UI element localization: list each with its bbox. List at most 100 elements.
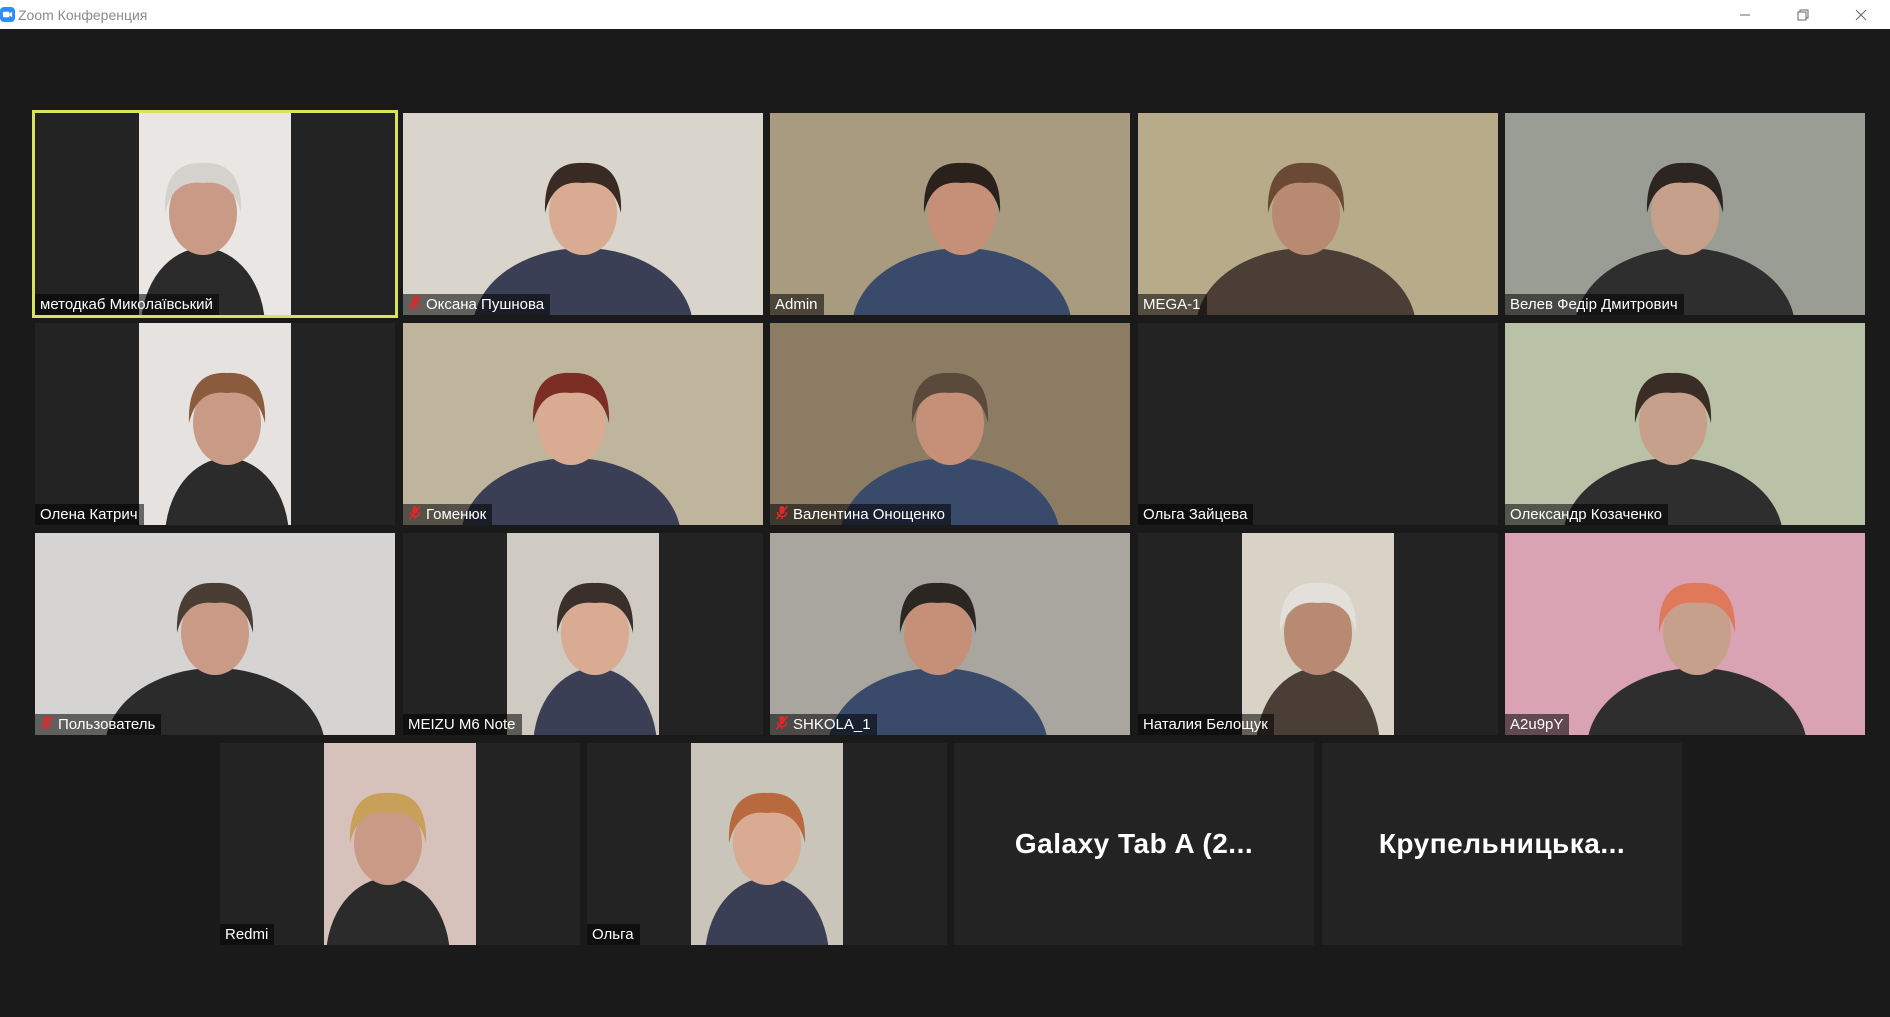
restore-button[interactable] — [1774, 0, 1832, 29]
participant-video — [324, 743, 476, 945]
participant-tile[interactable]: Олександр Козаченко — [1505, 323, 1865, 525]
participant-name-label: Велев Федір Дмитрович — [1505, 294, 1684, 315]
mic-muted-icon — [775, 715, 793, 734]
participant-name-label: Пользователь — [35, 714, 162, 735]
participant-tile[interactable]: Оксана Пушнова — [403, 113, 763, 315]
participant-name-label: Ольга — [587, 924, 640, 945]
participant-video — [139, 113, 291, 315]
participant-video — [507, 533, 659, 735]
participant-name: MEGA-1 — [1143, 296, 1201, 313]
participant-silhouette — [705, 792, 829, 945]
participant-name-label: MEGA-1 — [1138, 294, 1207, 315]
participant-name: Оксана Пушнова — [426, 296, 545, 313]
participant-tile[interactable]: Admin — [770, 113, 1130, 315]
participant-silhouette — [829, 582, 1047, 735]
participant-display-name: Крупельницька... — [1378, 828, 1626, 859]
participant-video — [403, 113, 763, 315]
participant-tile[interactable]: Ольга Зайцева — [1138, 323, 1498, 525]
participant-name-label: Валентина Онощенко — [770, 504, 951, 525]
close-icon — [1855, 9, 1867, 20]
participant-tile[interactable]: MEIZU M6 Note — [403, 533, 763, 735]
participant-display-name: Galaxy Tab A (2... — [1014, 828, 1254, 859]
participant-name: методкаб Миколаївський — [40, 296, 213, 313]
participant-silhouette — [841, 372, 1059, 525]
participant-name-label: SHKOLA_1 — [770, 714, 877, 735]
participant-video — [770, 533, 1130, 735]
participant-silhouette — [165, 372, 289, 525]
minimize-button[interactable] — [1716, 0, 1774, 29]
participant-tile[interactable]: Пользователь — [35, 533, 395, 735]
participant-silhouette — [1197, 162, 1415, 315]
participant-tile[interactable]: A2u9pY — [1505, 533, 1865, 735]
participant-tile[interactable]: Ольга — [587, 743, 947, 945]
participant-name: Валентина Онощенко — [793, 506, 945, 523]
participant-video — [691, 743, 843, 945]
participant-tile[interactable]: SHKOLA_1 — [770, 533, 1130, 735]
mic-muted-icon — [408, 505, 426, 524]
participant-name: Ольга — [592, 926, 634, 943]
participant-silhouette — [462, 372, 680, 525]
participant-silhouette — [1564, 372, 1782, 525]
participant-tile[interactable]: методкаб Миколаївський — [32, 110, 398, 318]
participant-video — [1138, 113, 1498, 315]
participant-silhouette — [474, 162, 692, 315]
participant-name: Гоменюк — [426, 506, 487, 523]
participant-tile[interactable]: Крупельницька... — [1322, 743, 1682, 945]
participant-silhouette — [141, 162, 265, 315]
participant-name-label: MEIZU M6 Note — [403, 714, 522, 735]
participant-name: Велев Федір Дмитрович — [1510, 296, 1678, 313]
participant-tile[interactable]: Гоменюк — [403, 323, 763, 525]
participant-video — [770, 113, 1130, 315]
participant-silhouette — [1256, 582, 1380, 735]
participant-name-label: Оксана Пушнова — [403, 294, 551, 315]
participant-video — [403, 323, 763, 525]
participant-name-label: Гоменюк — [403, 504, 493, 525]
participant-name: MEIZU M6 Note — [408, 716, 516, 733]
window-title: Zoom Конференция — [18, 6, 148, 23]
participant-video — [139, 323, 291, 525]
participant-video — [1505, 323, 1865, 525]
participant-name: SHKOLA_1 — [793, 716, 871, 733]
participant-video — [1505, 533, 1865, 735]
participant-name: Admin — [775, 296, 818, 313]
participant-tile[interactable]: Galaxy Tab A (2... — [954, 743, 1314, 945]
participant-name-label: Redmi — [220, 924, 275, 945]
participant-silhouette — [1588, 582, 1806, 735]
mic-muted-icon — [40, 715, 58, 734]
participant-name-label: Наталия Белощук — [1138, 714, 1274, 735]
participant-name-label: Олена Катрич — [35, 504, 144, 525]
close-button[interactable] — [1832, 0, 1890, 29]
minimize-icon — [1740, 14, 1750, 15]
participant-tile[interactable]: MEGA-1 — [1138, 113, 1498, 315]
participant-silhouette — [853, 162, 1071, 315]
participant-name: Пользователь — [58, 716, 156, 733]
participant-name-label: Admin — [770, 294, 824, 315]
participant-name: Олена Катрич — [40, 506, 138, 523]
participant-video — [35, 533, 395, 735]
participant-silhouette — [326, 792, 450, 945]
zoom-logo-icon — [0, 7, 15, 22]
mic-muted-icon — [775, 505, 793, 524]
participant-name-label: методкаб Миколаївський — [35, 294, 219, 315]
restore-icon — [1797, 9, 1809, 20]
participant-tile[interactable]: Наталия Белощук — [1138, 533, 1498, 735]
participant-silhouette — [106, 582, 324, 735]
participant-tile[interactable]: Redmi — [220, 743, 580, 945]
participant-name: Redmi — [225, 926, 269, 943]
window-controls — [1716, 0, 1890, 29]
participant-video — [770, 323, 1130, 525]
mic-muted-icon — [408, 295, 426, 314]
participant-name: A2u9pY — [1510, 716, 1564, 733]
participant-video — [1242, 533, 1394, 735]
participant-silhouette — [533, 582, 657, 735]
participant-tile[interactable]: Валентина Онощенко — [770, 323, 1130, 525]
title-bar: Zoom Конференция — [0, 0, 1890, 29]
participant-silhouette — [1576, 162, 1794, 315]
participant-tile[interactable]: Велев Федір Дмитрович — [1505, 113, 1865, 315]
participant-tile[interactable]: Олена Катрич — [35, 323, 395, 525]
participant-video — [1505, 113, 1865, 315]
participant-name: Наталия Белощук — [1143, 716, 1268, 733]
video-gallery: методкаб Миколаївський Оксана Пушнова Admi… — [0, 29, 1890, 1017]
participant-name-label: Олександр Козаченко — [1505, 504, 1669, 525]
participant-name: Олександр Козаченко — [1510, 506, 1663, 523]
